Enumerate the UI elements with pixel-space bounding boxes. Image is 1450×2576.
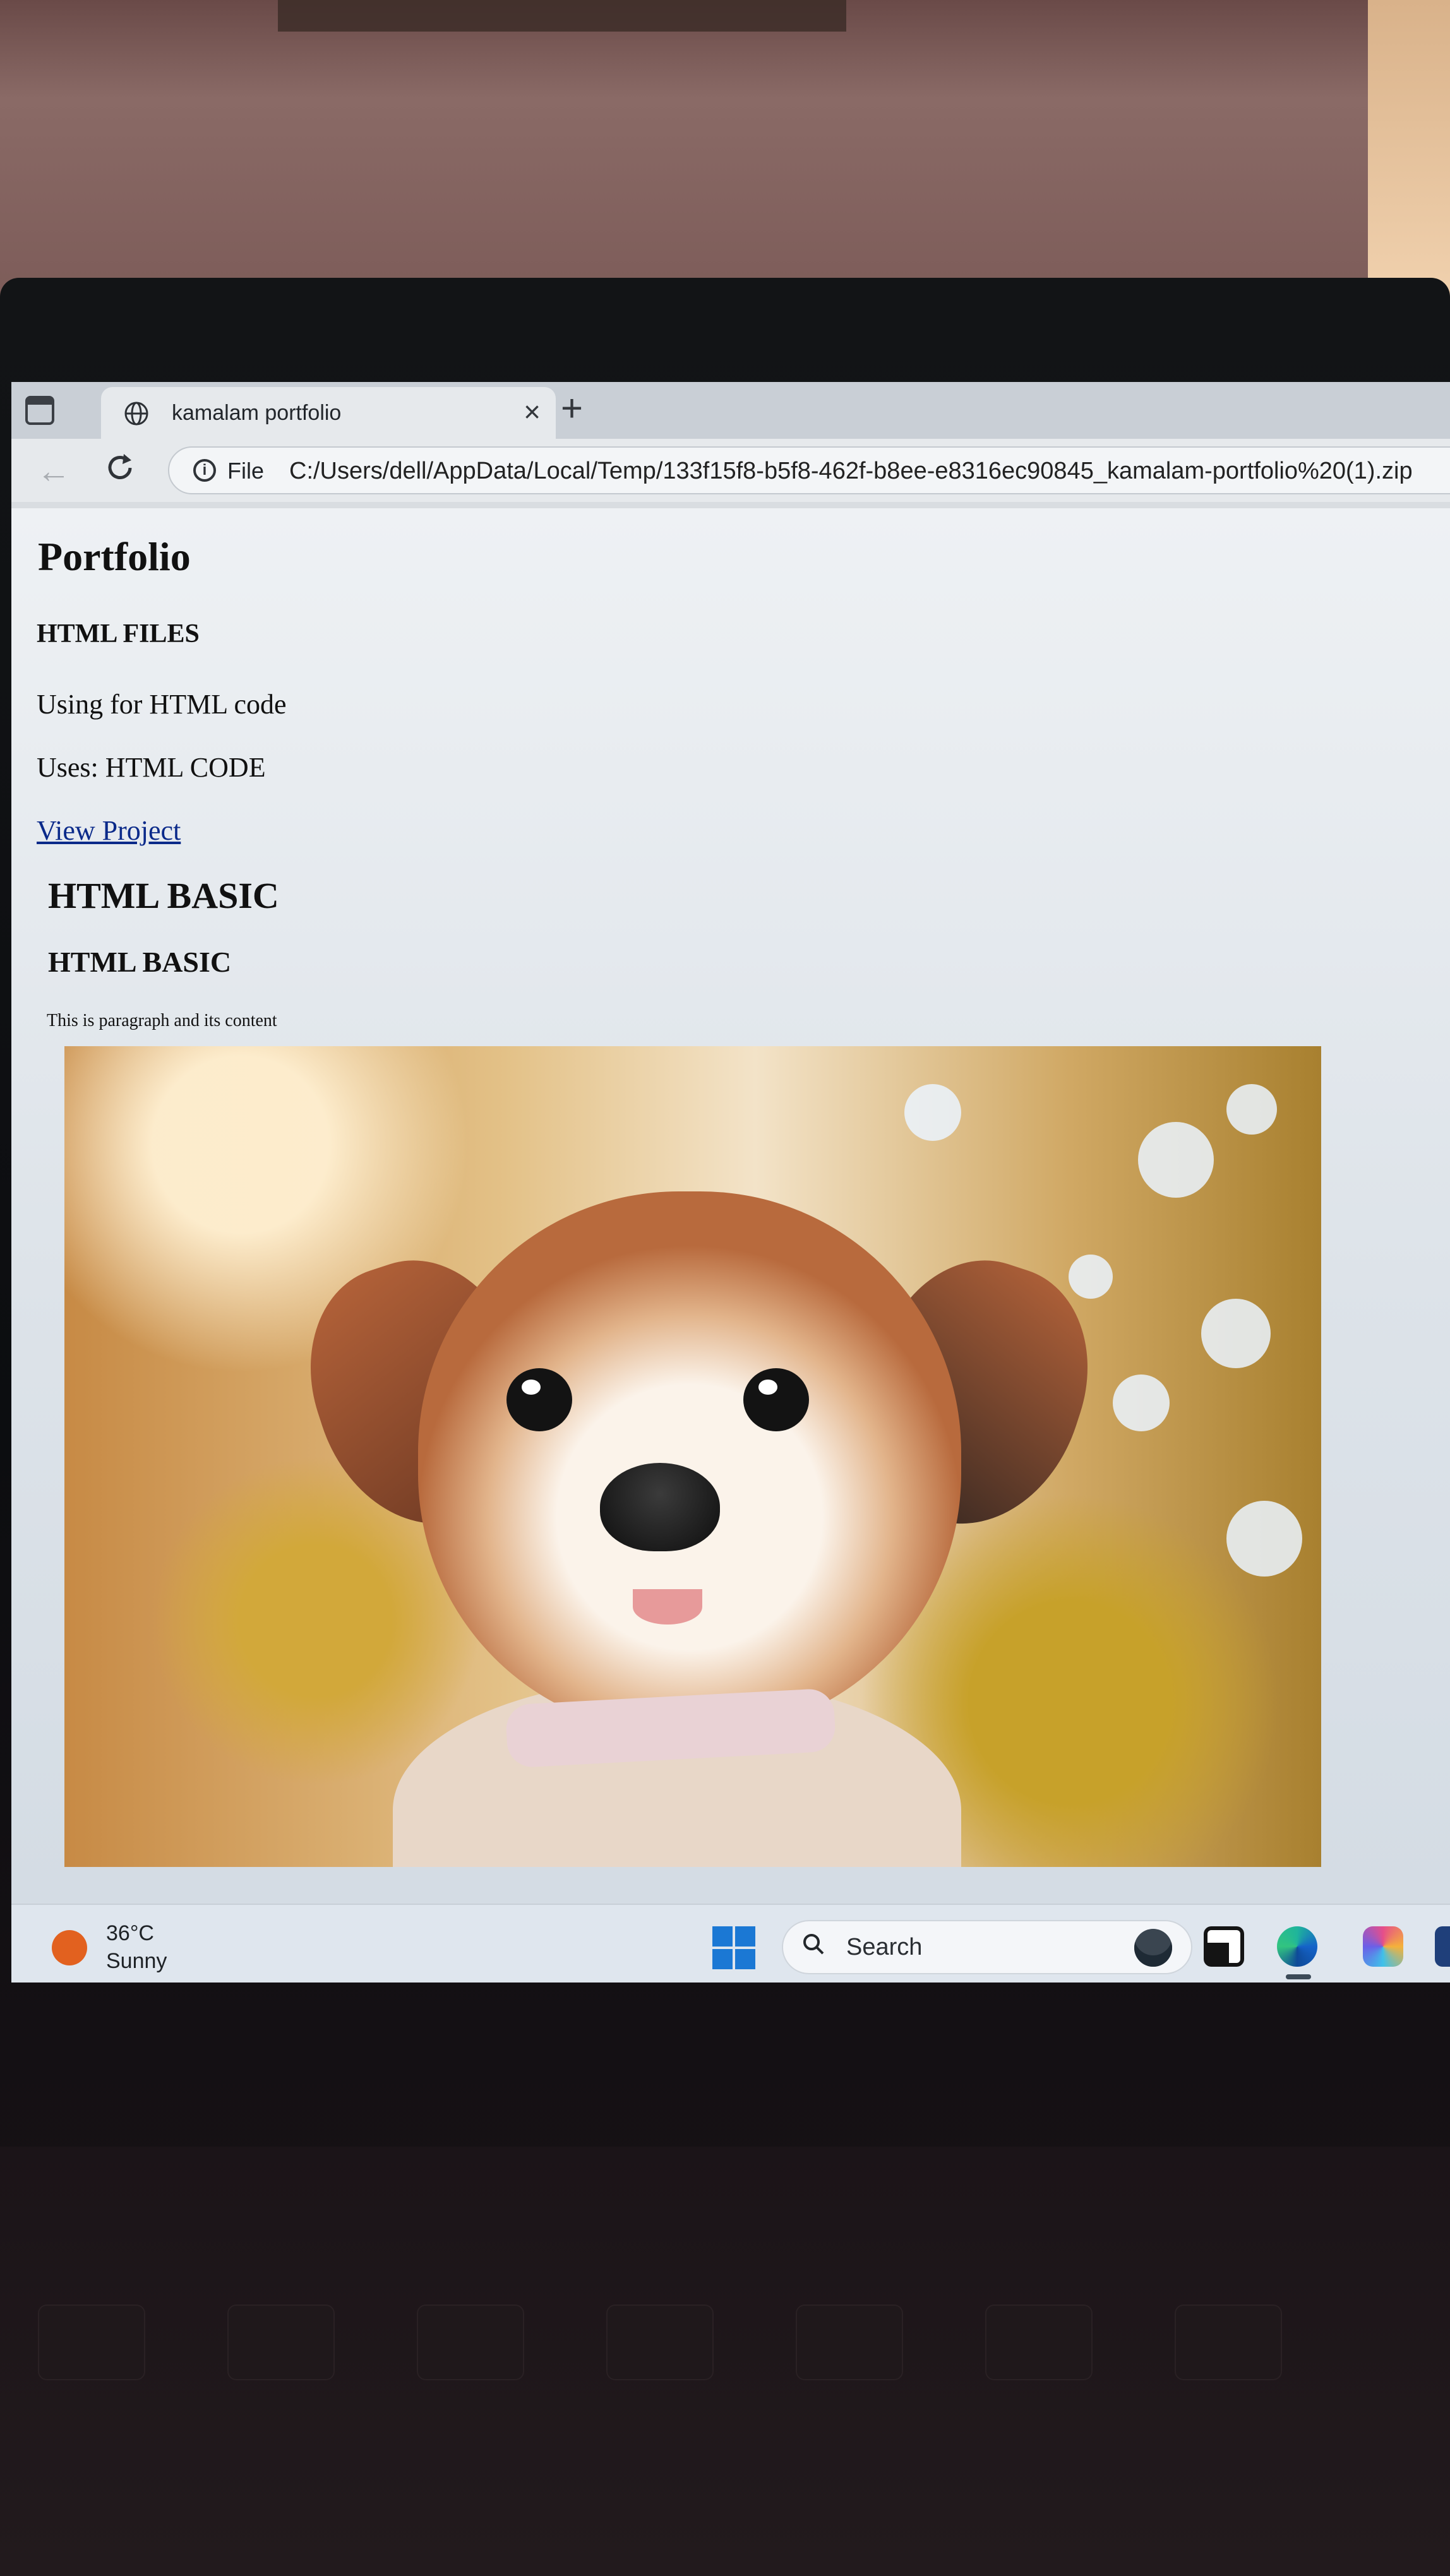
view-project-link[interactable]: View Project [37, 814, 181, 847]
tab-kamalam-portfolio[interactable]: kamalam portfolio × [101, 387, 556, 439]
puppy-image [64, 1046, 1321, 1867]
section-heading: HTML FILES [37, 619, 200, 648]
back-arrow-icon[interactable]: ← [37, 451, 71, 491]
reload-icon[interactable] [101, 449, 139, 487]
tab-title: kamalam portfolio [172, 401, 342, 425]
url-text[interactable]: C:/Users/dell/AppData/Local/Temp/133f15f… [289, 458, 1413, 485]
screen: kamalam portfolio × + ← i File C:/Users/… [11, 382, 1450, 1983]
small-paragraph: This is paragraph and its content [47, 1011, 277, 1030]
search-highlight-icon[interactable] [1134, 1929, 1172, 1967]
wall-shadow [278, 0, 846, 32]
bokeh-light [1226, 1501, 1302, 1577]
html-basic-heading: HTML BASIC [48, 875, 279, 916]
search-icon [803, 1934, 824, 1955]
taskbar: 36°C Sunny Search [11, 1904, 1450, 1983]
new-tab-button[interactable]: + [561, 390, 583, 427]
laptop-keyboard [0, 2147, 1450, 2576]
address-bar[interactable]: i File C:/Users/dell/AppData/Local/Temp/… [168, 446, 1450, 494]
bokeh-light [904, 1084, 961, 1141]
weather-condition[interactable]: Sunny [106, 1949, 167, 1974]
sun-weather-icon[interactable] [52, 1930, 87, 1965]
keyboard-key [985, 2305, 1093, 2380]
paragraph-uses: Uses: HTML CODE [37, 752, 266, 783]
app-icon[interactable] [1435, 1926, 1450, 1967]
keyboard-key [38, 2305, 145, 2380]
puppy-left-eye [506, 1368, 572, 1431]
tab-strip: kamalam portfolio × + [11, 382, 1450, 439]
tab-actions-icon[interactable] [25, 396, 54, 425]
edge-browser-icon[interactable] [1277, 1926, 1317, 1967]
puppy-tongue [633, 1589, 702, 1625]
page-content: Portfolio HTML FILES Using for HTML code… [11, 508, 1450, 1904]
bokeh-light [1138, 1122, 1214, 1198]
html-basic-subheading: HTML BASIC [48, 946, 232, 978]
bokeh-light [1069, 1255, 1113, 1299]
puppy-nose [600, 1463, 720, 1551]
globe-icon [124, 402, 148, 426]
puppy-right-eye [743, 1368, 809, 1431]
taskbar-search[interactable]: Search [782, 1920, 1192, 1974]
puppy-head [418, 1191, 961, 1734]
keyboard-key [417, 2305, 524, 2380]
windows-start-icon[interactable] [712, 1926, 757, 1971]
bokeh-light [1113, 1374, 1170, 1431]
active-app-indicator [1286, 1974, 1311, 1979]
paragraph-usage: Using for HTML code [37, 689, 287, 720]
page-title: Portfolio [38, 534, 191, 579]
info-icon[interactable]: i [193, 459, 216, 482]
keyboard-key [227, 2305, 335, 2380]
bokeh-light [1226, 1084, 1277, 1135]
bokeh-light [1201, 1299, 1271, 1368]
keyboard-key [796, 2305, 903, 2380]
browser-toolbar: ← i File C:/Users/dell/AppData/Local/Tem… [11, 439, 1450, 502]
keyboard-key [606, 2305, 714, 2380]
weather-temperature[interactable]: 36°C [106, 1921, 154, 1946]
close-tab-icon[interactable]: × [524, 395, 541, 429]
task-view-icon[interactable] [1204, 1926, 1244, 1967]
wall-light [1368, 0, 1450, 316]
file-scheme-label: File [227, 458, 265, 484]
search-label: Search [846, 1934, 923, 1960]
copilot-icon[interactable] [1363, 1926, 1403, 1967]
keyboard-key [1175, 2305, 1282, 2380]
